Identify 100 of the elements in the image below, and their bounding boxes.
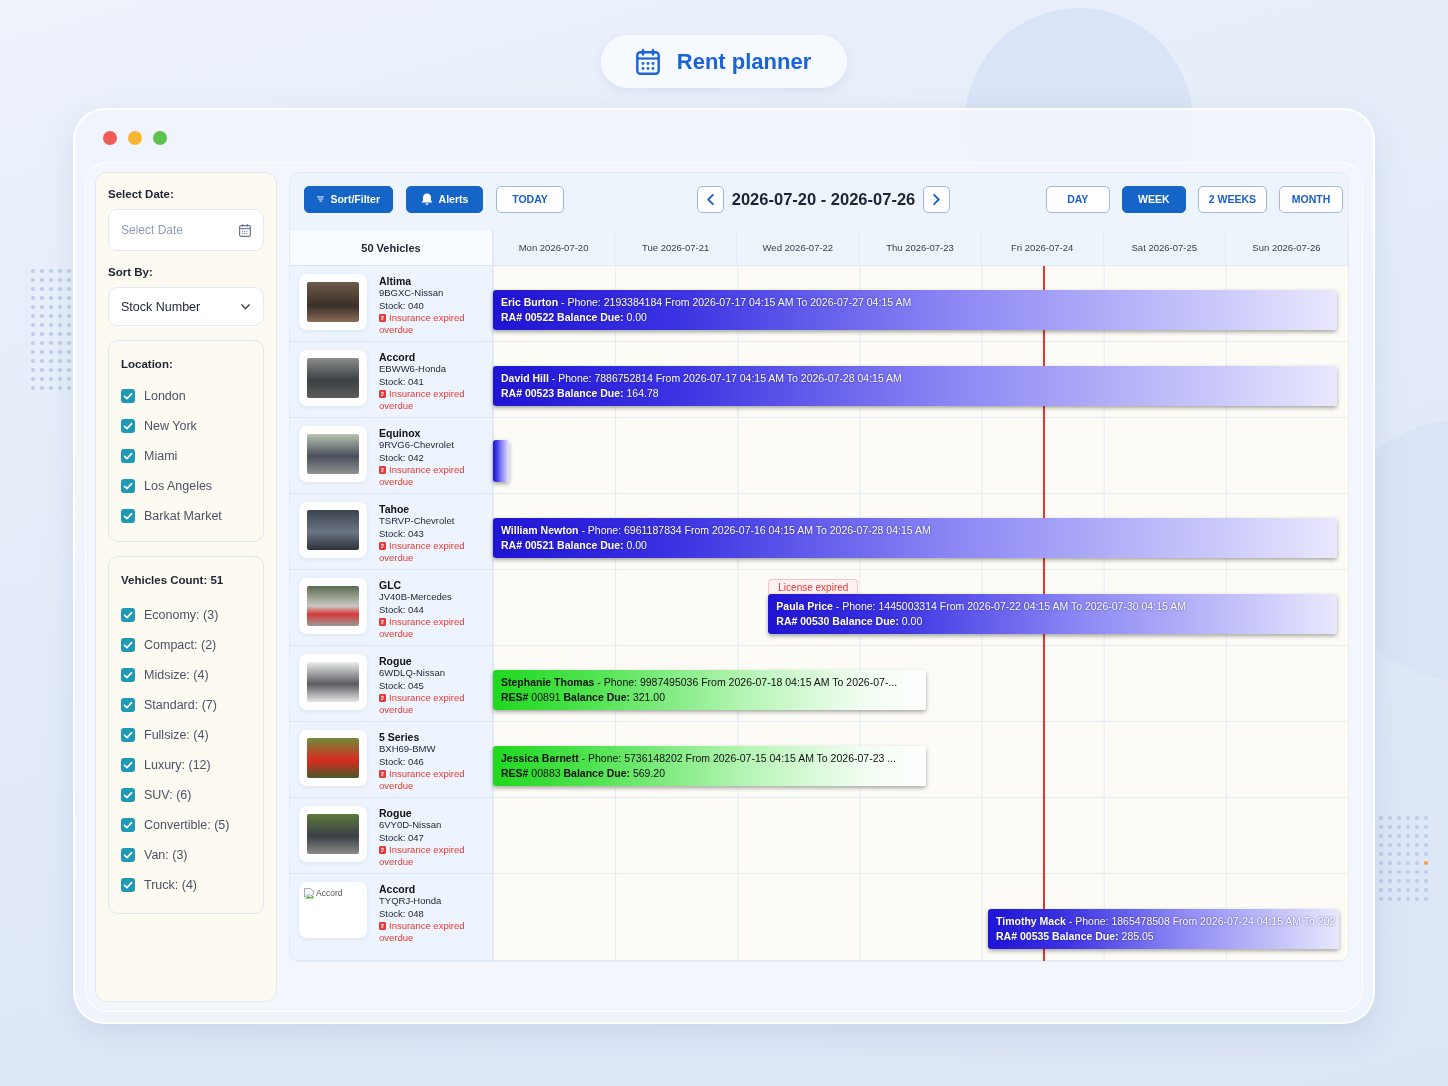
booking-bar[interactable]: Paula Price - Phone: 1445003314 From 2026-07-22 04:15 AM To 2026-07-30 04:15 AM RA# 00530 Balance Due: 0.00 xyxy=(768,594,1337,634)
insurance-alert-text: Insurance expired xyxy=(389,843,465,857)
booking-bar[interactable]: William Newton - Phone: 6961187834 From 2026-07-16 04:15 AM To 2026-07-28 04:15 AM RA# 00521 Balance Due: 0.00 xyxy=(493,518,1337,558)
vehicle-plate: JV40B-Mercedes xyxy=(379,591,453,604)
day-column-header: Thu 2026-07-23 xyxy=(859,230,982,265)
broken-image-icon xyxy=(304,888,314,899)
booking-bar[interactable]: Stephanie Thomas - Phone: 9987495036 From 2026-07-18 04:15 AM To 2026-07-... RES# 00891 Balance Due: 321.00 xyxy=(493,670,926,710)
insurance-alert-text: Insurance expired xyxy=(389,919,465,933)
photo-placeholder xyxy=(307,358,359,398)
booking-summary: Stephanie Thomas - Phone: 9987495036 From 2026-07-18 04:15 AM To 2026-07-... xyxy=(501,675,899,690)
maximize-window-button[interactable] xyxy=(153,131,167,145)
vehicle-stock: Stock: 042 xyxy=(379,451,425,464)
vehicle-cell[interactable]: Tahoe TSRVP-Chevrolet Stock: 043 Insurance expired overdue xyxy=(290,494,493,570)
alert-tag: License expired xyxy=(768,579,859,594)
photo-placeholder xyxy=(307,738,359,778)
checkbox[interactable] xyxy=(121,608,135,622)
view-tab[interactable]: 2 WEEKS xyxy=(1197,185,1267,213)
view-tab[interactable]: MONTH xyxy=(1279,185,1343,213)
vehicle-model: Altima xyxy=(379,275,413,288)
photo-placeholder xyxy=(307,510,359,550)
minimize-window-button[interactable] xyxy=(128,131,142,145)
overdue-status-text: overdue xyxy=(379,704,415,717)
checkbox[interactable] xyxy=(121,728,135,742)
checkbox[interactable] xyxy=(121,479,135,493)
alert-icon xyxy=(379,466,386,475)
vehicle-model: Equinox xyxy=(379,427,422,440)
booking-bar[interactable] xyxy=(493,440,509,482)
overdue-status-text: overdue xyxy=(379,400,415,413)
vehicle-model: Accord xyxy=(379,351,417,364)
vehicle-plate: EBWW6-Honda xyxy=(379,363,448,376)
close-window-button[interactable] xyxy=(103,131,117,145)
alert-icon xyxy=(379,390,386,399)
insurance-alert-text: Insurance expired xyxy=(389,691,465,705)
photo-placeholder xyxy=(307,434,359,474)
chevron-left-icon xyxy=(706,193,714,205)
overdue-status-text: overdue xyxy=(379,628,415,641)
checkbox[interactable] xyxy=(121,509,135,523)
alert-icon xyxy=(379,770,386,779)
checkbox[interactable] xyxy=(121,389,135,403)
checkbox[interactable] xyxy=(121,788,135,802)
overdue-status-text: overdue xyxy=(379,552,415,565)
vehicle-cell[interactable]: Rogue 6VY0D-Nissan Stock: 047 Insurance expired overdue xyxy=(290,798,493,874)
app-title: Rent planner xyxy=(676,48,812,75)
checkbox[interactable] xyxy=(121,878,135,892)
vehicle-cell[interactable]: 5 Series BXH69-BMW Stock: 046 Insurance expired overdue xyxy=(290,722,493,798)
booking-balance: RA# 00523 Balance Due: 164.78 xyxy=(501,386,660,401)
vehicle-column-header: 50 Vehicles xyxy=(290,230,493,265)
vehicle-stock: Stock: 048 xyxy=(379,907,425,920)
checkbox[interactable] xyxy=(121,449,135,463)
vehicle-plate: 9RVG6-Chevrolet xyxy=(379,439,455,452)
checkbox-label: London xyxy=(144,389,186,403)
checkbox[interactable] xyxy=(121,758,135,772)
overdue-status-text: overdue xyxy=(379,932,415,945)
booking-summary: Paula Price - Phone: 1445003314 From 2026-07-22 04:15 AM To 2026-07-30 04:15 AM xyxy=(776,599,1187,614)
filter-icon xyxy=(317,195,325,203)
checkbox-label: Standard: (7) xyxy=(144,698,217,712)
booking-bar[interactable]: Jessica Barnett - Phone: 5736148202 From 2026-07-15 04:15 AM To 2026-07-23 ... RES# 00883 Balance Due: 569.20 xyxy=(493,746,926,786)
booking-summary: Eric Burton - Phone: 2193384184 From 2026-07-17 04:15 AM To 2026-07-27 04:15 AM xyxy=(501,295,913,310)
sort-filter-button[interactable]: Sort/Filter xyxy=(304,185,393,213)
booking-bar[interactable]: David Hill - Phone: 7886752814 From 2026-07-17 04:15 AM To 2026-07-28 04:15 AM RA# 00523 Balance Due: 164.78 xyxy=(493,366,1337,406)
booking-balance: RA# 00535 Balance Due: 285.05 xyxy=(996,929,1155,944)
alert-icon xyxy=(379,542,386,551)
vehicle-stock: Stock: 043 xyxy=(379,527,425,540)
card-title: Vehicles Count: 51 xyxy=(121,574,224,586)
checkbox[interactable] xyxy=(121,848,135,862)
image-alt-text: Accord xyxy=(316,888,343,898)
vehicle-cell[interactable]: Rogue 6WDLQ-Nissan Stock: 045 Insurance expired overdue xyxy=(290,646,493,722)
insurance-alert-text: Insurance expired xyxy=(389,311,465,325)
photo-placeholder xyxy=(307,662,359,702)
vehicle-plate: BXH69-BMW xyxy=(379,743,437,756)
vehicle-cell[interactable]: Accord EBWW6-Honda Stock: 041 Insurance expired overdue xyxy=(290,342,493,418)
today-button[interactable]: TODAY xyxy=(496,185,564,213)
vehicle-model: Accord xyxy=(379,883,417,896)
booking-balance: RA# 00521 Balance Due: 0.00 xyxy=(501,538,648,553)
checkbox[interactable] xyxy=(121,419,135,433)
alerts-button[interactable]: Alerts xyxy=(406,185,483,213)
checkbox[interactable] xyxy=(121,818,135,832)
checkbox-label: Economy: (3) xyxy=(144,608,219,622)
alert-icon xyxy=(379,922,386,931)
checkbox[interactable] xyxy=(121,668,135,682)
vehicle-cell[interactable]: Altima 9BGXC-Nissan Stock: 040 Insurance expired overdue xyxy=(290,266,493,342)
view-tab[interactable]: WEEK xyxy=(1121,185,1186,213)
overdue-status-text: overdue xyxy=(379,324,415,337)
view-tab[interactable]: DAY xyxy=(1045,185,1110,213)
insurance-alert-text: Insurance expired xyxy=(389,387,465,401)
vehicle-plate: 6VY0D-Nissan xyxy=(379,819,443,832)
next-week-button[interactable] xyxy=(923,185,951,213)
vehicle-model: Tahoe xyxy=(379,503,411,516)
bell-icon xyxy=(420,192,433,206)
checkbox-label: Midsize: (4) xyxy=(144,668,209,682)
vehicle-cell[interactable]: Equinox 9RVG6-Chevrolet Stock: 042 Insurance expired overdue xyxy=(290,418,493,494)
vehicle-model: 5 Series xyxy=(379,731,421,744)
booking-bar[interactable]: Eric Burton - Phone: 2193384184 From 2026-07-17 04:15 AM To 2026-07-27 04:15 AM RA# 00522 Balance Due: 0.00 xyxy=(493,290,1337,330)
checkbox[interactable] xyxy=(121,638,135,652)
vehicle-cell[interactable]: GLC JV40B-Mercedes Stock: 044 Insurance expired overdue xyxy=(290,570,493,646)
calendar-icon xyxy=(239,224,251,237)
sort-select[interactable]: Stock Number xyxy=(108,287,264,326)
checkbox[interactable] xyxy=(121,698,135,712)
date-field[interactable]: Select Date xyxy=(108,209,264,251)
previous-week-button[interactable] xyxy=(696,185,724,213)
